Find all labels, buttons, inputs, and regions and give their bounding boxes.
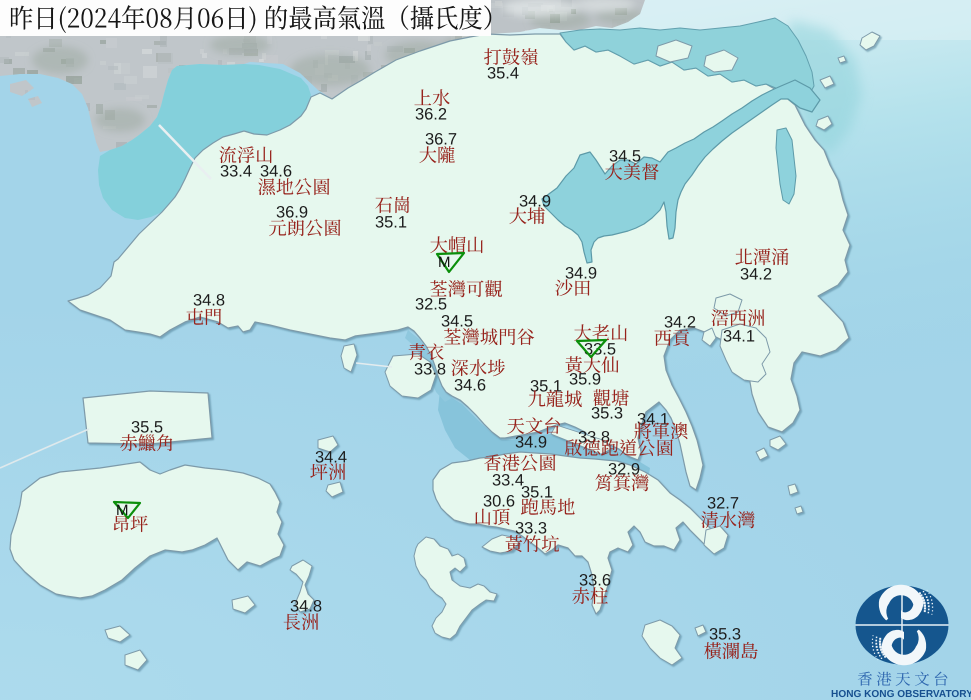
svg-text:33.4: 33.4	[492, 472, 524, 490]
svg-text:35.3: 35.3	[591, 405, 623, 423]
svg-text:34.1: 34.1	[723, 328, 755, 346]
svg-text:34.5: 34.5	[441, 313, 473, 331]
svg-text:33.8: 33.8	[414, 361, 446, 379]
svg-text:M: M	[116, 502, 129, 519]
svg-text:M: M	[438, 254, 451, 271]
svg-text:36.2: 36.2	[415, 106, 447, 124]
svg-text:35.9: 35.9	[569, 371, 601, 389]
svg-text:30.6: 30.6	[483, 493, 515, 511]
svg-text:35.3: 35.3	[709, 626, 741, 644]
svg-text:34.6: 34.6	[454, 377, 486, 395]
svg-text:34.9: 34.9	[519, 193, 551, 211]
svg-text:36.7: 36.7	[425, 131, 457, 149]
svg-text:34.2: 34.2	[740, 266, 772, 284]
svg-text:34.2: 34.2	[664, 314, 696, 332]
svg-text:34.8: 34.8	[290, 598, 322, 616]
svg-text:34.9: 34.9	[515, 434, 547, 452]
svg-text:32.5: 32.5	[415, 296, 447, 314]
svg-text:36.9: 36.9	[276, 204, 308, 222]
svg-text:35.4: 35.4	[487, 65, 519, 83]
svg-text:32.7: 32.7	[707, 495, 739, 513]
svg-text:33.3: 33.3	[515, 520, 547, 538]
svg-text:34.9: 34.9	[565, 265, 597, 283]
svg-text:33.4: 33.4	[220, 163, 252, 181]
svg-text:34.5: 34.5	[609, 148, 641, 166]
svg-text:34.6: 34.6	[260, 163, 292, 181]
svg-text:33.6: 33.6	[579, 572, 611, 590]
svg-text:35.1: 35.1	[375, 214, 407, 232]
svg-text:35.1: 35.1	[521, 484, 553, 502]
svg-text:35.5: 35.5	[131, 419, 163, 437]
svg-text:HONG KONG OBSERVATORY: HONG KONG OBSERVATORY	[831, 689, 971, 700]
svg-text:34.8: 34.8	[193, 292, 225, 310]
